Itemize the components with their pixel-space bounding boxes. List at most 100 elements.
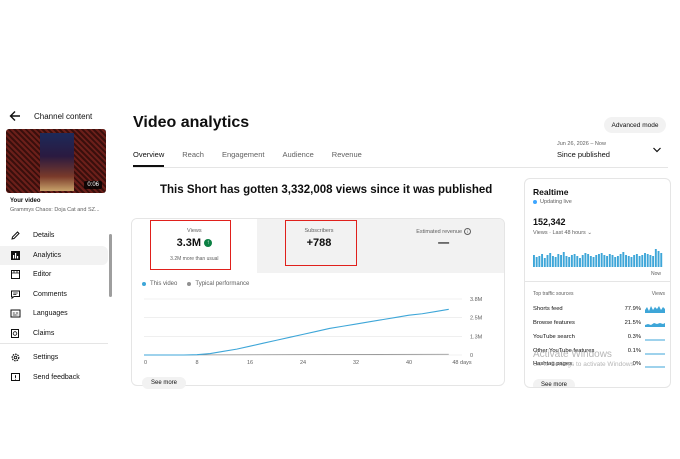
sidebar-item-comments[interactable]: Comments (0, 285, 108, 305)
back-arrow-icon[interactable] (8, 109, 22, 123)
legend-dot (187, 282, 192, 286)
sources-views-header: Views (651, 291, 665, 297)
series-line-this-video (144, 308, 449, 356)
realtime-bar (619, 254, 622, 267)
date-range-dates: Jun 26, 2026 – Now (557, 141, 606, 147)
sidebar-item-label: Comments (33, 290, 67, 298)
video-thumbnail[interactable]: 0:06 (6, 129, 106, 193)
date-range-picker[interactable]: Jun 26, 2026 – Now Since published (557, 141, 610, 159)
tab-audience[interactable]: Audience (283, 150, 314, 167)
source-sparkline (645, 353, 665, 355)
y-tick-label: 0 (470, 353, 473, 359)
realtime-bar (549, 253, 552, 267)
sidebar-divider (0, 343, 108, 344)
tab-reach[interactable]: Reach (182, 150, 204, 167)
chevron-down-icon[interactable] (652, 146, 662, 156)
thumbnail-image (40, 133, 74, 191)
metric-estimated-revenue[interactable]: Estimated revenue i — (381, 219, 504, 273)
realtime-bar (581, 255, 584, 267)
realtime-bar (587, 254, 590, 267)
see-more-button[interactable]: See more (533, 379, 575, 387)
realtime-title: Realtime (533, 187, 569, 197)
sidebar-item-settings[interactable]: Settings (0, 348, 108, 368)
sidebar-item-claims[interactable]: Claims (0, 324, 108, 344)
realtime-bar (627, 256, 630, 267)
source-value: 21.5% (624, 319, 641, 326)
realtime-period[interactable]: Views · Last 48 hours ⌄ (533, 230, 592, 236)
x-tick-label: 32 (353, 360, 359, 366)
sidebar-item-label: Send feedback (33, 373, 80, 381)
views-line-chart[interactable]: 3.8M 2.5M 1.3M 0 0 8 16 24 32 40 48 days (132, 293, 505, 386)
realtime-bar (579, 258, 581, 267)
y-tick-label: 1.3M (470, 334, 483, 340)
source-name: YouTube search (533, 333, 575, 340)
advanced-mode-button[interactable]: Advanced mode (604, 117, 666, 133)
legend-label: This video (150, 281, 178, 287)
realtime-bar (541, 254, 544, 267)
info-icon[interactable]: i (464, 228, 472, 235)
video-title: Grammys Chaos: Doja Cat and SZ... (10, 207, 100, 213)
chart-legend: This video Typical performance (142, 281, 259, 287)
x-tick-label: 0 (144, 360, 147, 366)
sidebar-item-languages[interactable]: Languages (0, 304, 108, 324)
realtime-bar (546, 255, 549, 267)
watermark-title: Activate Windows (533, 349, 612, 360)
y-tick-label: 3.8M (470, 297, 483, 303)
x-tick-label: 24 (300, 360, 306, 366)
x-tick-label: 8 (195, 360, 198, 366)
realtime-bar (644, 253, 646, 267)
legend-this-video: This video (142, 281, 177, 287)
legend-label: Typical performance (195, 281, 250, 287)
source-sparkline (645, 366, 665, 368)
x-tick-label: 48 days (452, 360, 472, 366)
realtime-bar (589, 256, 592, 267)
realtime-bar (649, 255, 652, 267)
traffic-sources-header: Top traffic sources Views (533, 291, 665, 297)
see-more-button[interactable]: See more (142, 377, 186, 389)
realtime-bar (611, 255, 614, 267)
revenue-label: Estimated revenue (416, 228, 463, 235)
x-tick-label: 40 (406, 360, 412, 366)
sidebar-bottom-nav: Settings Send feedback (0, 348, 108, 387)
sidebar-item-send-feedback[interactable]: Send feedback (0, 368, 108, 388)
realtime-bar (603, 255, 606, 267)
realtime-bar (630, 257, 633, 267)
sidebar-item-details[interactable]: Details (0, 226, 108, 246)
realtime-bar (654, 249, 657, 267)
revenue-value: — (438, 237, 450, 249)
tab-engagement[interactable]: Engagement (222, 150, 265, 167)
sidebar-item-editor[interactable]: Editor (0, 265, 108, 285)
realtime-bar (633, 255, 636, 267)
realtime-bar (598, 254, 600, 267)
live-label: Updating live (540, 199, 572, 205)
source-sparkline (645, 306, 665, 313)
realtime-count: 152,342 (533, 217, 566, 227)
traffic-source-row[interactable]: YouTube search 0.3% (533, 330, 665, 343)
realtime-bar (592, 257, 595, 267)
sidebar-item-label: Settings (33, 354, 59, 362)
tab-revenue[interactable]: Revenue (332, 150, 362, 167)
views-headline: This Short has gotten 3,332,008 views si… (160, 184, 493, 196)
sidebar-nav: Details Analytics Editor Comments Langua… (0, 226, 108, 343)
realtime-bar-chart[interactable] (533, 247, 663, 267)
traffic-source-row[interactable]: Shorts feed 77.9% (533, 302, 665, 315)
sidebar-scrollbar[interactable] (109, 234, 112, 297)
legend-typical: Typical performance (187, 281, 249, 287)
realtime-bar (562, 252, 565, 267)
chevron-down-icon: ⌄ (587, 230, 592, 236)
sidebar-item-analytics[interactable]: Analytics (0, 245, 108, 265)
sidebar-item-label: Claims (33, 329, 55, 337)
realtime-bar (538, 256, 541, 267)
source-name: Shorts feed (533, 305, 563, 312)
legend-dot (142, 282, 146, 286)
period-label: Views · Last 48 hours (533, 230, 586, 236)
realtime-bar (560, 255, 562, 267)
tab-overview[interactable]: Overview (133, 150, 165, 167)
realtime-bar (568, 257, 571, 267)
now-label: Now (651, 271, 662, 277)
copyright-claim-icon (10, 328, 21, 339)
realtime-bar (565, 256, 568, 267)
traffic-source-row[interactable]: Browse features 21.5% (533, 316, 665, 329)
live-dot-icon (533, 200, 537, 204)
realtime-bar (576, 256, 579, 267)
